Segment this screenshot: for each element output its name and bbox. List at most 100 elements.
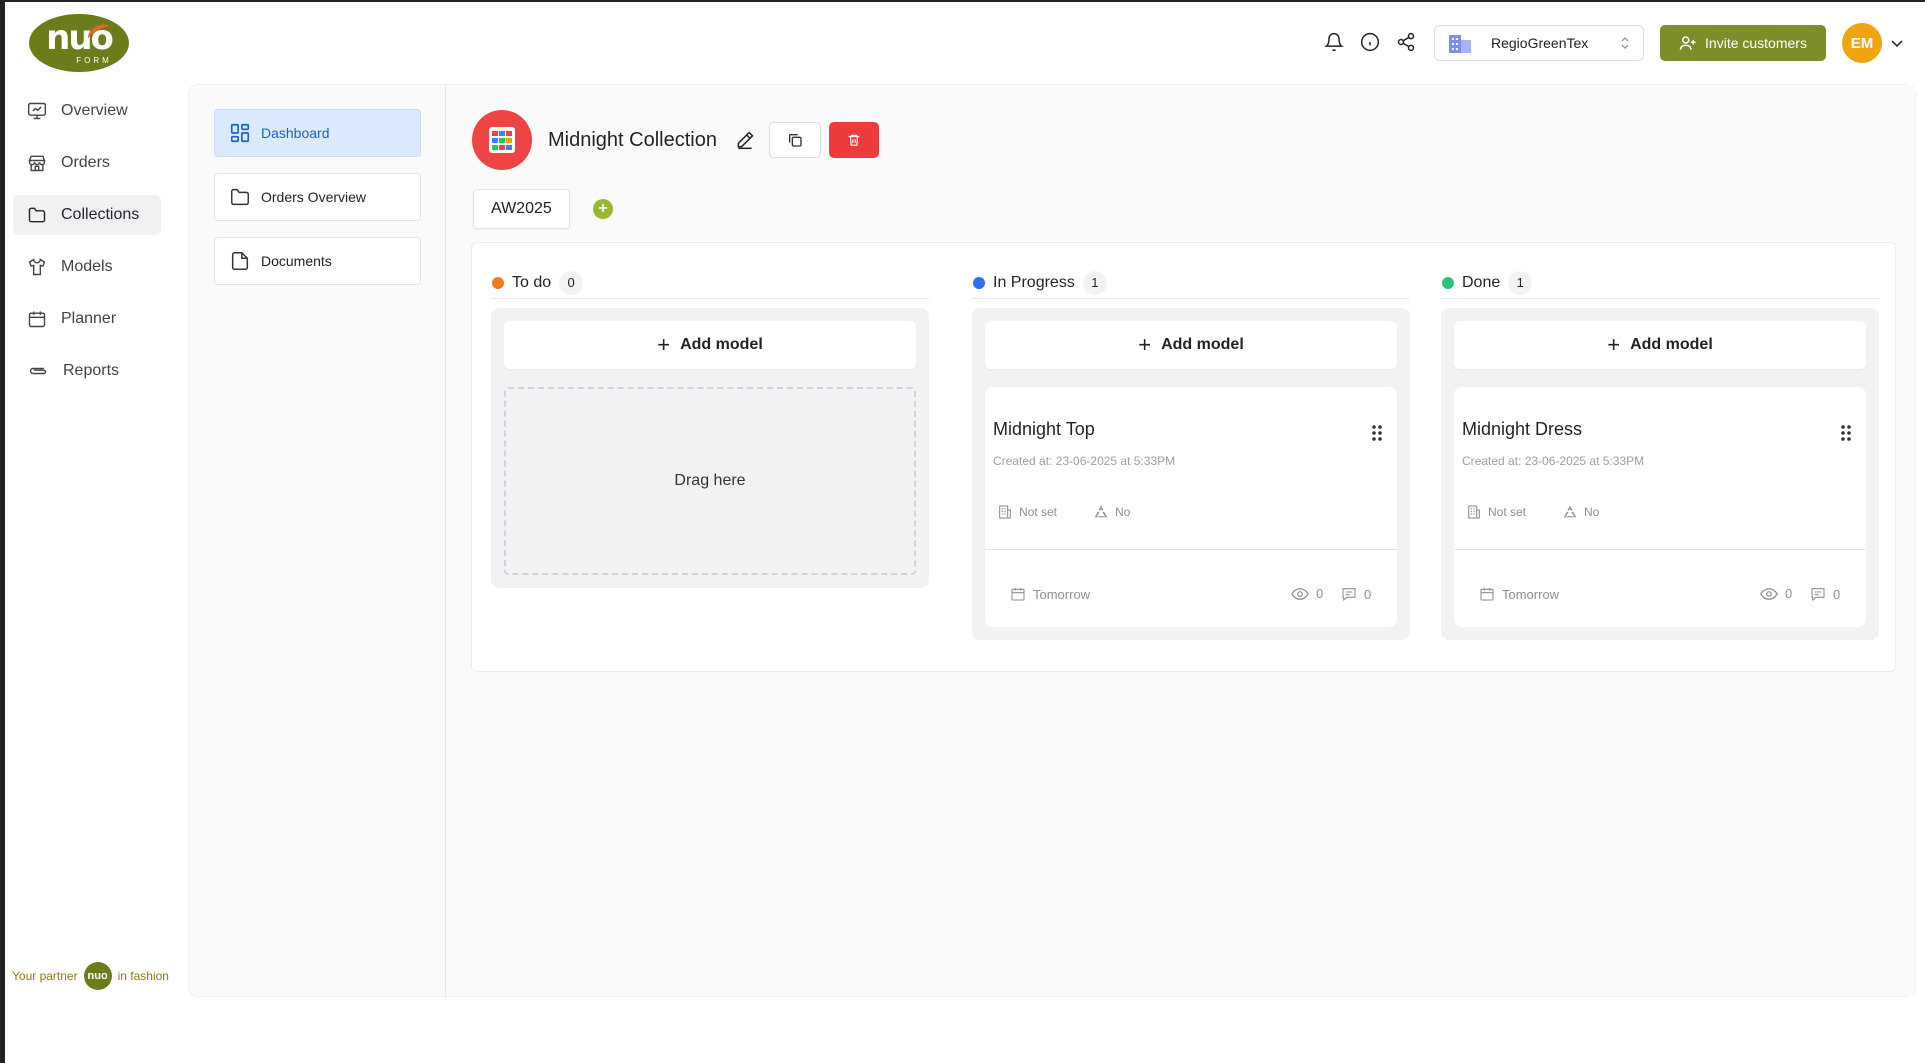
column-done: Done 1 + Add model Midnight Dress Created… (1441, 267, 1879, 640)
calendar-icon (1480, 588, 1494, 601)
column-count: 0 (559, 270, 584, 295)
nav-item-orders[interactable]: Orders (13, 143, 161, 183)
chevron-down-icon[interactable] (1889, 35, 1905, 51)
building-icon (999, 505, 1011, 519)
column-title: To do (512, 273, 552, 291)
subnav-label: Orders Overview (261, 189, 367, 205)
add-model-button[interactable]: + Add model (985, 321, 1397, 369)
comment-icon (1811, 588, 1825, 602)
logo-subtext: FORM (76, 55, 112, 65)
column-count: 1 (1508, 270, 1533, 295)
building-icon (1468, 505, 1480, 519)
trash-icon (848, 134, 860, 146)
invite-customers-label: Invite customers (1705, 35, 1807, 51)
nav-item-reports[interactable]: Reports (13, 351, 161, 391)
eye-icon (1760, 587, 1778, 600)
views-count: 0 (1316, 586, 1324, 601)
folder-icon (28, 207, 46, 223)
subnav-label: Documents (261, 253, 332, 269)
drag-handle-icon[interactable] (1369, 423, 1385, 443)
card-views: 0 (1760, 586, 1792, 601)
collection-avatar (472, 110, 532, 170)
plus-icon: + (1607, 332, 1621, 357)
column-in-progress: In Progress 1 + Add model Midnight Top Cr… (972, 267, 1410, 640)
brand-logo[interactable]: nuo FORM (29, 14, 129, 72)
column-title: Done (1462, 273, 1501, 291)
bell-icon[interactable] (1323, 31, 1345, 53)
partner-footer: Your partner nuo in fashion (12, 962, 169, 990)
monitor-icon (27, 102, 47, 120)
subnav-dashboard[interactable]: Dashboard (214, 109, 421, 157)
paperclip-icon (29, 367, 47, 375)
subnav-orders-overview[interactable]: Orders Overview (214, 173, 421, 221)
workspace: Dashboard Orders Overview Documents Midn… (188, 84, 1916, 998)
card-due: Tomorrow (1010, 586, 1090, 602)
info-icon[interactable] (1359, 31, 1381, 53)
organization-name: RegioGreenTex (1491, 35, 1589, 51)
add-model-label: Add model (1630, 336, 1713, 353)
nav-item-collections[interactable]: Collections (13, 195, 161, 235)
drop-zone[interactable]: Drag here (504, 387, 916, 575)
invite-customers-button[interactable]: Invite customers (1660, 25, 1826, 61)
card-created-at: Created at: 23-06-2025 at 5:33PM (993, 454, 1176, 468)
user-plus-icon (1679, 36, 1696, 50)
nav-label: Collections (61, 206, 140, 223)
partner-logo: nuo (83, 962, 112, 990)
collection-content: Midnight Collection AW2025 + To do 0 + A… (446, 85, 1915, 996)
copy-icon (788, 134, 802, 147)
avatar-initials: EM (1850, 34, 1874, 52)
supplier-value: Not set (1019, 505, 1058, 519)
comment-icon (1342, 588, 1356, 602)
duplicate-button[interactable] (768, 122, 821, 158)
sustainable-value: No (1115, 505, 1131, 519)
card-views: 0 (1291, 586, 1323, 601)
status-dot (1442, 276, 1454, 289)
window-top-border (0, 0, 1925, 2)
add-season-button[interactable]: + (593, 199, 613, 219)
sub-nav: Dashboard Orders Overview Documents (189, 85, 446, 998)
supplier-value: Not set (1488, 505, 1527, 519)
nav-item-overview[interactable]: Overview (13, 91, 161, 131)
delete-button[interactable] (828, 122, 879, 158)
season-label: AW2025 (491, 200, 552, 217)
subnav-documents[interactable]: Documents (214, 237, 421, 285)
add-model-button[interactable]: + Add model (504, 321, 916, 369)
avatar[interactable]: EM (1842, 23, 1882, 63)
tab-season[interactable]: AW2025 (473, 189, 570, 229)
document-icon (231, 252, 249, 270)
due-value: Tomorrow (1033, 586, 1091, 602)
recycle-icon (1094, 505, 1108, 518)
card-divider (1454, 549, 1866, 550)
add-model-button[interactable]: + Add model (1454, 321, 1866, 369)
nav-label: Reports (63, 362, 120, 379)
column-header: To do 0 (491, 267, 929, 299)
calendar-icon (1011, 588, 1025, 601)
collection-title: Midnight Collection (548, 128, 717, 151)
drag-handle-icon[interactable] (1838, 423, 1854, 443)
eye-icon (1291, 587, 1309, 600)
card-created-at: Created at: 23-06-2025 at 5:33PM (1462, 454, 1645, 468)
nav-label: Orders (61, 154, 110, 171)
nav-item-models[interactable]: Models (13, 247, 161, 287)
chevron-updown-icon (1621, 37, 1629, 49)
nav-item-planner[interactable]: Planner (13, 299, 161, 339)
share-icon[interactable] (1395, 31, 1417, 53)
card-title: Midnight Top (993, 419, 1095, 439)
column-count: 1 (1082, 270, 1107, 295)
add-model-label: Add model (680, 336, 763, 353)
shirt-icon (28, 258, 46, 276)
calendar-icon (28, 311, 46, 328)
card-supplier: Not set (997, 504, 1057, 520)
plus-icon: + (657, 332, 671, 357)
model-card[interactable]: Midnight Dress Created at: 23-06-2025 at… (1454, 387, 1866, 627)
model-card[interactable]: Midnight Top Created at: 23-06-2025 at 5… (985, 387, 1397, 627)
edit-icon[interactable] (733, 128, 757, 152)
column-header: Done 1 (1441, 267, 1879, 299)
plus-icon: + (1138, 332, 1152, 357)
kanban-board: To do 0 + Add model Drag here In Progress… (471, 242, 1896, 672)
partner-suffix: in fashion (117, 969, 169, 983)
column-body: + Add model Drag here (491, 308, 929, 588)
card-sustainable: No (1093, 504, 1130, 520)
organization-select[interactable]: RegioGreenTex (1434, 25, 1644, 61)
recycle-icon (1563, 505, 1577, 518)
